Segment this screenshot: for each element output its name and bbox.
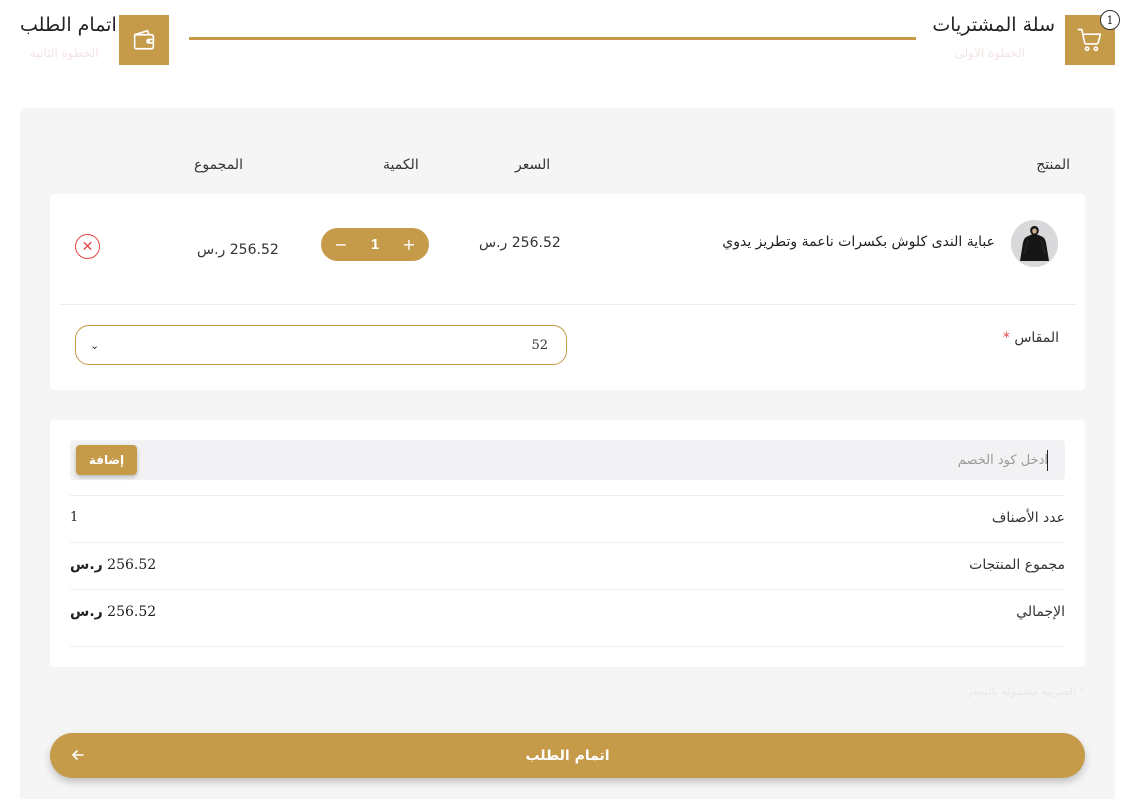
product-price: 256.52 ر.س [479,235,561,251]
subtotal-label: مجموع المنتجات [969,557,1065,573]
checkout-button[interactable]: اتمام الطلب [50,733,1085,778]
tax-note: * الضريبة مشمولة بالسعر [966,685,1085,698]
decrement-button[interactable]: − [333,236,349,253]
grand-total-amount: 256.52 [107,604,157,620]
cart-count-badge: 1 [1100,10,1120,30]
size-select[interactable]: 52 ⌄ [75,325,567,365]
column-header-quantity: الكمية [383,157,419,173]
items-count-value: 1 [70,510,79,525]
arrow-left-icon [72,750,84,760]
line-total: 256.52 ر.س [197,242,279,258]
apply-coupon-button[interactable]: إضافة [76,445,137,475]
size-selected-value: 52 [531,337,548,353]
remove-item-button[interactable]: ✕ [75,234,100,259]
step-cart-title: سلة المشتريات [932,14,1055,36]
grand-total-value: 256.52 ر.س [70,604,156,620]
subtotal-currency: ر.س [70,557,103,573]
quantity-value[interactable]: 1 [371,236,379,253]
items-count-label: عدد الأصناف [991,510,1065,526]
subtotal-amount: 256.52 [107,557,157,573]
coupon-input[interactable] [150,440,1050,480]
product-name[interactable]: عباية الندى كلوش بكسرات ناعمة وتطريز يدو… [722,234,995,250]
summary-row-grand-total: الإجمالي 256.52 ر.س [70,589,1065,636]
required-mark: * [1002,330,1010,346]
abaya-image [1011,220,1058,267]
column-header-product: المنتج [1036,157,1070,173]
column-header-price: السعر [515,157,551,173]
step-cart-subtitle: الخطوة الاولى [954,46,1025,60]
checkout-stepper: 1 سلة المشتريات الخطوة الاولى اتمام الطل… [0,0,1141,90]
chevron-down-icon: ⌄ [90,338,100,352]
step-progress-line [189,37,916,40]
grand-total-currency: ر.س [70,604,103,620]
grand-total-label: الإجمالي [1016,604,1065,620]
increment-button[interactable]: + [401,236,417,253]
step-checkout[interactable] [119,15,169,65]
size-label-text: المقاس [1014,330,1059,346]
size-label: المقاس * [999,330,1059,346]
summary-divider [70,646,1065,647]
step-checkout-subtitle: الخطوة الثانية [30,46,99,60]
summary-row-items-count: عدد الأصناف 1 [70,495,1065,542]
cart-icon [1077,28,1102,52]
quantity-stepper: − 1 + [321,228,429,261]
card-divider [60,304,1076,305]
product-thumbnail[interactable] [1011,220,1058,267]
wallet-icon [133,29,155,50]
step-checkout-title: اتمام الطلب [20,14,117,36]
column-header-total: المجموع [194,157,243,173]
checkout-button-label: اتمام الطلب [525,747,610,764]
text-caret [1047,450,1048,471]
close-icon: ✕ [81,238,94,255]
summary-row-subtotal: مجموع المنتجات 256.52 ر.س [70,542,1065,589]
subtotal-value: 256.52 ر.س [70,557,156,573]
